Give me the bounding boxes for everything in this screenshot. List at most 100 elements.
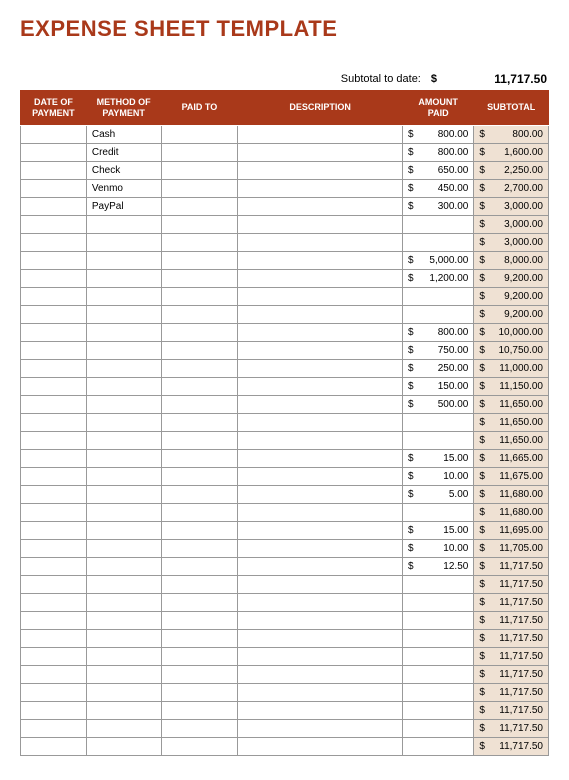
cell-subtotal: $11,717.50 (474, 557, 549, 575)
cell-subtotal: $11,650.00 (474, 395, 549, 413)
cell-paid-to (161, 719, 238, 737)
cell-amount: $1,200.00 (402, 269, 473, 287)
cell-amount (402, 629, 473, 647)
cell-description (238, 359, 403, 377)
cell-description (238, 719, 403, 737)
cell-method (86, 719, 161, 737)
cell-method (86, 413, 161, 431)
cell-description (238, 179, 403, 197)
cell-amount: $12.50 (402, 557, 473, 575)
header-amount: AMOUNT PAID (402, 91, 473, 126)
cell-paid-to (161, 377, 238, 395)
cell-date (21, 179, 87, 197)
cell-paid-to (161, 431, 238, 449)
table-row: $500.00$11,650.00 (21, 395, 549, 413)
cell-description (238, 683, 403, 701)
cell-description (238, 143, 403, 161)
cell-date (21, 233, 87, 251)
cell-date (21, 215, 87, 233)
cell-method: Check (86, 161, 161, 179)
cell-method (86, 521, 161, 539)
cell-paid-to (161, 611, 238, 629)
table-row: $11,717.50 (21, 719, 549, 737)
cell-subtotal: $11,000.00 (474, 359, 549, 377)
cell-paid-to (161, 467, 238, 485)
cell-amount (402, 287, 473, 305)
cell-date (21, 323, 87, 341)
expense-table: DATE OF PAYMENT METHOD OF PAYMENT PAID T… (20, 90, 549, 756)
cell-date (21, 251, 87, 269)
cell-paid-to (161, 233, 238, 251)
cell-subtotal: $3,000.00 (474, 197, 549, 215)
cell-paid-to (161, 485, 238, 503)
cell-paid-to (161, 539, 238, 557)
cell-method: PayPal (86, 197, 161, 215)
cell-amount (402, 431, 473, 449)
cell-paid-to (161, 323, 238, 341)
cell-subtotal: $3,000.00 (474, 215, 549, 233)
cell-amount (402, 665, 473, 683)
table-row: $11,717.50 (21, 665, 549, 683)
table-row: Credit$800.00$1,600.00 (21, 143, 549, 161)
cell-method (86, 737, 161, 755)
cell-description (238, 611, 403, 629)
subtotal-value: 11,717.50 (487, 72, 547, 86)
cell-paid-to (161, 215, 238, 233)
cell-subtotal: $11,665.00 (474, 449, 549, 467)
cell-subtotal: $11,675.00 (474, 467, 549, 485)
cell-subtotal: $11,680.00 (474, 503, 549, 521)
cell-method: Cash (86, 125, 161, 143)
cell-method (86, 467, 161, 485)
cell-amount: $150.00 (402, 377, 473, 395)
cell-amount (402, 683, 473, 701)
cell-description (238, 413, 403, 431)
cell-subtotal: $10,000.00 (474, 323, 549, 341)
cell-description (238, 575, 403, 593)
cell-description (238, 449, 403, 467)
cell-method (86, 557, 161, 575)
cell-date (21, 557, 87, 575)
cell-date (21, 161, 87, 179)
cell-amount: $500.00 (402, 395, 473, 413)
cell-amount (402, 701, 473, 719)
cell-date (21, 269, 87, 287)
cell-date (21, 485, 87, 503)
cell-description (238, 557, 403, 575)
cell-subtotal: $11,717.50 (474, 611, 549, 629)
cell-method (86, 575, 161, 593)
cell-date (21, 197, 87, 215)
cell-amount: $5,000.00 (402, 251, 473, 269)
cell-paid-to (161, 737, 238, 755)
subtotal-label: Subtotal to date: (341, 73, 421, 85)
cell-amount (402, 575, 473, 593)
cell-subtotal: $11,650.00 (474, 413, 549, 431)
cell-subtotal: $9,200.00 (474, 305, 549, 323)
cell-subtotal: $800.00 (474, 125, 549, 143)
cell-subtotal: $11,717.50 (474, 575, 549, 593)
cell-description (238, 377, 403, 395)
cell-description (238, 629, 403, 647)
table-row: $11,717.50 (21, 647, 549, 665)
cell-date (21, 413, 87, 431)
cell-paid-to (161, 557, 238, 575)
table-row: Check$650.00$2,250.00 (21, 161, 549, 179)
cell-date (21, 701, 87, 719)
table-row: $9,200.00 (21, 305, 549, 323)
cell-paid-to (161, 305, 238, 323)
cell-date (21, 665, 87, 683)
cell-paid-to (161, 125, 238, 143)
cell-subtotal: $9,200.00 (474, 287, 549, 305)
table-row: $5.00$11,680.00 (21, 485, 549, 503)
cell-paid-to (161, 647, 238, 665)
table-row: $11,717.50 (21, 629, 549, 647)
cell-method (86, 269, 161, 287)
cell-paid-to (161, 629, 238, 647)
cell-subtotal: $11,717.50 (474, 593, 549, 611)
table-row: $15.00$11,665.00 (21, 449, 549, 467)
cell-method (86, 647, 161, 665)
cell-description (238, 647, 403, 665)
cell-amount: $15.00 (402, 449, 473, 467)
cell-paid-to (161, 341, 238, 359)
cell-paid-to (161, 593, 238, 611)
table-row: $11,717.50 (21, 701, 549, 719)
